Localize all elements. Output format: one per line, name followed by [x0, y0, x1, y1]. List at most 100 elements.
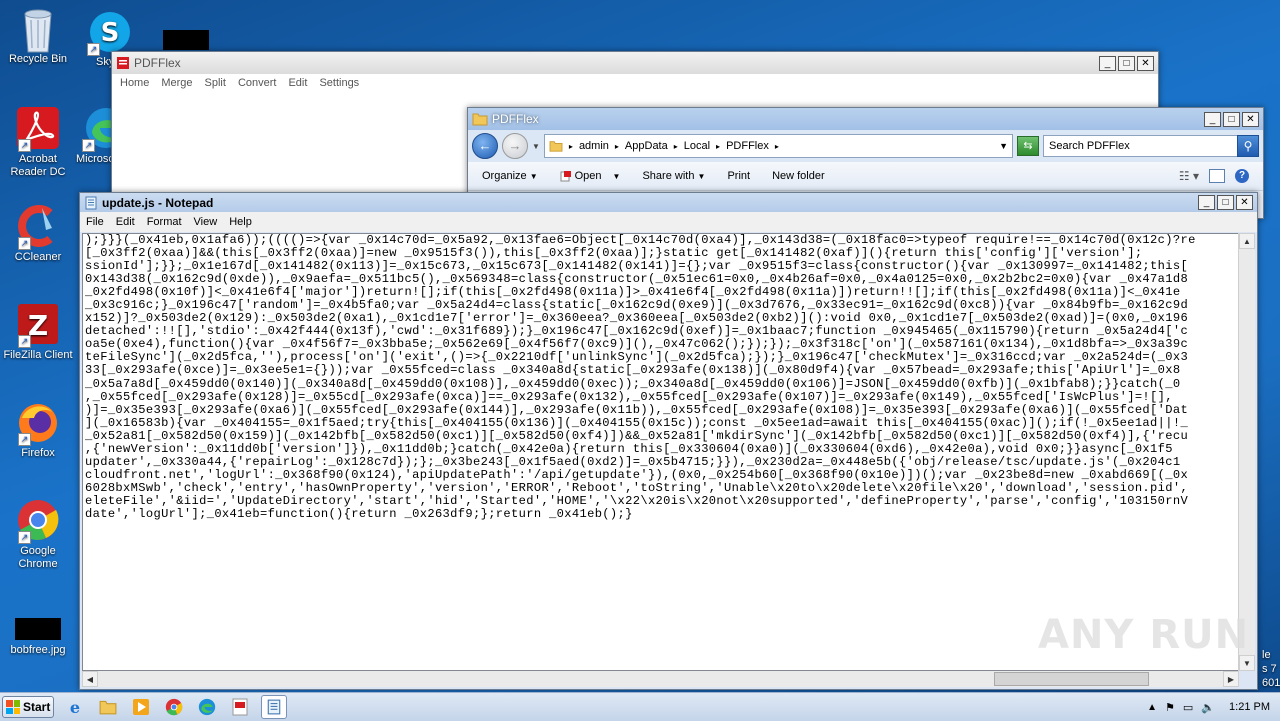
pdfflex-titlebar[interactable]: PDFFlex _ □ ✕ — [112, 52, 1158, 74]
menu-view[interactable]: View — [188, 216, 224, 228]
open-button[interactable]: Open ▼ — [560, 170, 620, 182]
menu-file[interactable]: File — [80, 216, 110, 228]
chevron-right-icon: ▸ — [568, 141, 573, 151]
search-icon[interactable]: ⚲ — [1237, 135, 1259, 157]
window-title: PDFFlex — [134, 56, 181, 70]
system-tray: ▲ ⚑ ▭ 🔈 1:21 PM — [1147, 701, 1280, 714]
breadcrumb-local[interactable]: Local — [684, 140, 710, 152]
taskbar-edge-icon[interactable] — [195, 696, 219, 718]
close-button[interactable]: ✕ — [1137, 55, 1154, 71]
close-button[interactable]: ✕ — [1236, 195, 1253, 210]
notepad-titlebar[interactable]: update.js - Notepad _ □ ✕ — [80, 193, 1257, 212]
taskbar-chrome-icon[interactable] — [162, 696, 186, 718]
desktop-icon-label: Firefox — [21, 447, 55, 459]
chevron-right-icon: ▸ — [614, 141, 619, 151]
redacted-block — [163, 30, 209, 50]
menu-split[interactable]: Split — [199, 77, 232, 89]
minimize-button[interactable]: _ — [1204, 111, 1221, 127]
help-icon[interactable]: ? — [1235, 169, 1249, 183]
share-with-button[interactable]: Share with ▼ — [642, 170, 705, 182]
recycle-bin-icon — [16, 6, 60, 53]
filezilla-icon: Z ↗ — [16, 302, 60, 348]
desktop-icon-acrobat-reader[interactable]: ↗ Acrobat Reader DC — [0, 106, 76, 179]
breadcrumb-admin[interactable]: admin — [579, 140, 609, 152]
refresh-icon[interactable]: ⇆ — [1017, 136, 1039, 156]
desktop-icon-filezilla[interactable]: Z ↗ FileZilla Client — [0, 302, 76, 362]
taskbar-notepad-icon[interactable] — [261, 695, 287, 719]
close-button[interactable]: ✕ — [1242, 111, 1259, 127]
show-hidden-icons-icon[interactable]: ▲ — [1147, 702, 1157, 713]
maximize-button[interactable]: □ — [1217, 195, 1234, 210]
explorer-titlebar[interactable]: PDFFlex _ □ ✕ — [468, 108, 1263, 130]
chevron-right-icon: ▸ — [716, 141, 721, 151]
volume-icon[interactable]: 🔈 — [1201, 701, 1215, 714]
desktop: Recycle Bin S ↗ Sky ↗ Acrobat Reader DC … — [0, 0, 1280, 692]
menu-format[interactable]: Format — [141, 216, 188, 228]
desktop-icon-label: Google Chrome — [18, 545, 58, 570]
chevron-right-icon: ▸ — [673, 141, 678, 151]
forward-arrow-icon[interactable]: → — [502, 133, 528, 159]
menu-convert[interactable]: Convert — [232, 77, 283, 89]
taskbar-ie-icon[interactable]: e — [63, 696, 87, 718]
pdfflex-menubar: Home Merge Split Convert Edit Settings — [112, 74, 1158, 92]
clock[interactable]: 1:21 PM — [1229, 701, 1270, 713]
organize-button[interactable]: Organize ▼ — [482, 170, 538, 182]
address-bar[interactable]: ▸ admin ▸ AppData ▸ Local ▸ PDFFlex ▸ ▼ — [543, 134, 1013, 158]
desktop-icon-ccleaner[interactable]: ↗ CCleaner — [0, 204, 76, 264]
print-button[interactable]: Print — [727, 170, 750, 182]
explorer-address-row: ← → ▼ ▸ admin ▸ AppData ▸ Local ▸ PDFFle… — [468, 130, 1263, 162]
desktop-icon-label: bobfree.jpg — [10, 644, 66, 656]
taskbar-explorer-icon[interactable] — [96, 696, 120, 718]
desktop-icon-recycle-bin[interactable]: Recycle Bin — [0, 6, 76, 66]
vertical-scrollbar[interactable]: ▲ ▼ — [1238, 233, 1255, 671]
horizontal-scroll-thumb[interactable] — [994, 672, 1149, 686]
scroll-up-arrow-icon[interactable]: ▲ — [1239, 233, 1255, 249]
preview-pane-icon[interactable] — [1209, 169, 1225, 183]
image-file-thumbnail — [15, 618, 61, 640]
ccleaner-icon: ↗ — [16, 204, 60, 250]
desktop-icon-chrome[interactable]: ↗ Google Chrome — [0, 498, 76, 571]
scroll-left-arrow-icon[interactable]: ◀ — [82, 671, 98, 687]
chevron-right-icon: ▸ — [774, 141, 779, 151]
menu-edit[interactable]: Edit — [282, 77, 313, 89]
windows-logo-icon — [6, 700, 20, 714]
editor-content[interactable]: );}}}(_0x41eb,0x1afa6));(((()=>{var _0x1… — [83, 234, 1238, 521]
desktop-icon-label: FileZilla Client — [3, 349, 73, 361]
menu-settings[interactable]: Settings — [313, 77, 365, 89]
horizontal-scrollbar[interactable]: ◀ ▶ — [82, 671, 1239, 687]
minimize-button[interactable]: _ — [1198, 195, 1215, 210]
scroll-right-arrow-icon[interactable]: ▶ — [1223, 671, 1239, 687]
desktop-icon-label: Recycle Bin — [8, 53, 68, 65]
svg-text:S: S — [101, 18, 120, 48]
maximize-button[interactable]: □ — [1118, 55, 1135, 71]
pdf-icon — [117, 57, 129, 69]
history-dropdown-icon[interactable]: ▼ — [532, 142, 540, 151]
breadcrumb-appdata[interactable]: AppData — [625, 140, 668, 152]
view-options-icon[interactable]: ☷ ▾ — [1179, 169, 1199, 183]
flag-icon[interactable]: ⚑ — [1165, 701, 1175, 714]
explorer-command-bar: Organize ▼ Open ▼ Share with ▼ Print New… — [468, 162, 1263, 191]
start-button[interactable]: Start — [2, 696, 54, 718]
text-editor[interactable]: );}}}(_0x41eb,0x1afa6));(((()=>{var _0x1… — [82, 233, 1239, 671]
desktop-icon-label: CCleaner — [14, 251, 62, 263]
taskbar-media-player-icon[interactable] — [129, 696, 153, 718]
new-folder-button[interactable]: New folder — [772, 170, 825, 182]
desktop-icon-bobfree[interactable]: bobfree.jpg — [0, 618, 76, 657]
breadcrumb-pdfflex[interactable]: PDFFlex — [726, 140, 769, 152]
open-with-icon — [560, 171, 571, 182]
menu-help[interactable]: Help — [223, 216, 258, 228]
network-icon[interactable]: ▭ — [1183, 701, 1193, 714]
back-arrow-icon[interactable]: ← — [472, 133, 498, 159]
menu-home[interactable]: Home — [114, 77, 155, 89]
taskbar-pdfflex-icon[interactable] — [228, 696, 252, 718]
desktop-icon-firefox[interactable]: ↗ Firefox — [0, 400, 76, 460]
notepad-menubar: File Edit Format View Help — [80, 212, 1257, 232]
address-dropdown-icon[interactable]: ▼ — [999, 141, 1012, 151]
menu-merge[interactable]: Merge — [155, 77, 198, 89]
acrobat-icon: ↗ — [16, 106, 60, 152]
search-input[interactable]: Search PDFFlex ⚲ — [1043, 135, 1259, 157]
chrome-icon: ↗ — [16, 498, 60, 544]
minimize-button[interactable]: _ — [1099, 55, 1116, 71]
maximize-button[interactable]: □ — [1223, 111, 1240, 127]
menu-edit[interactable]: Edit — [110, 216, 141, 228]
